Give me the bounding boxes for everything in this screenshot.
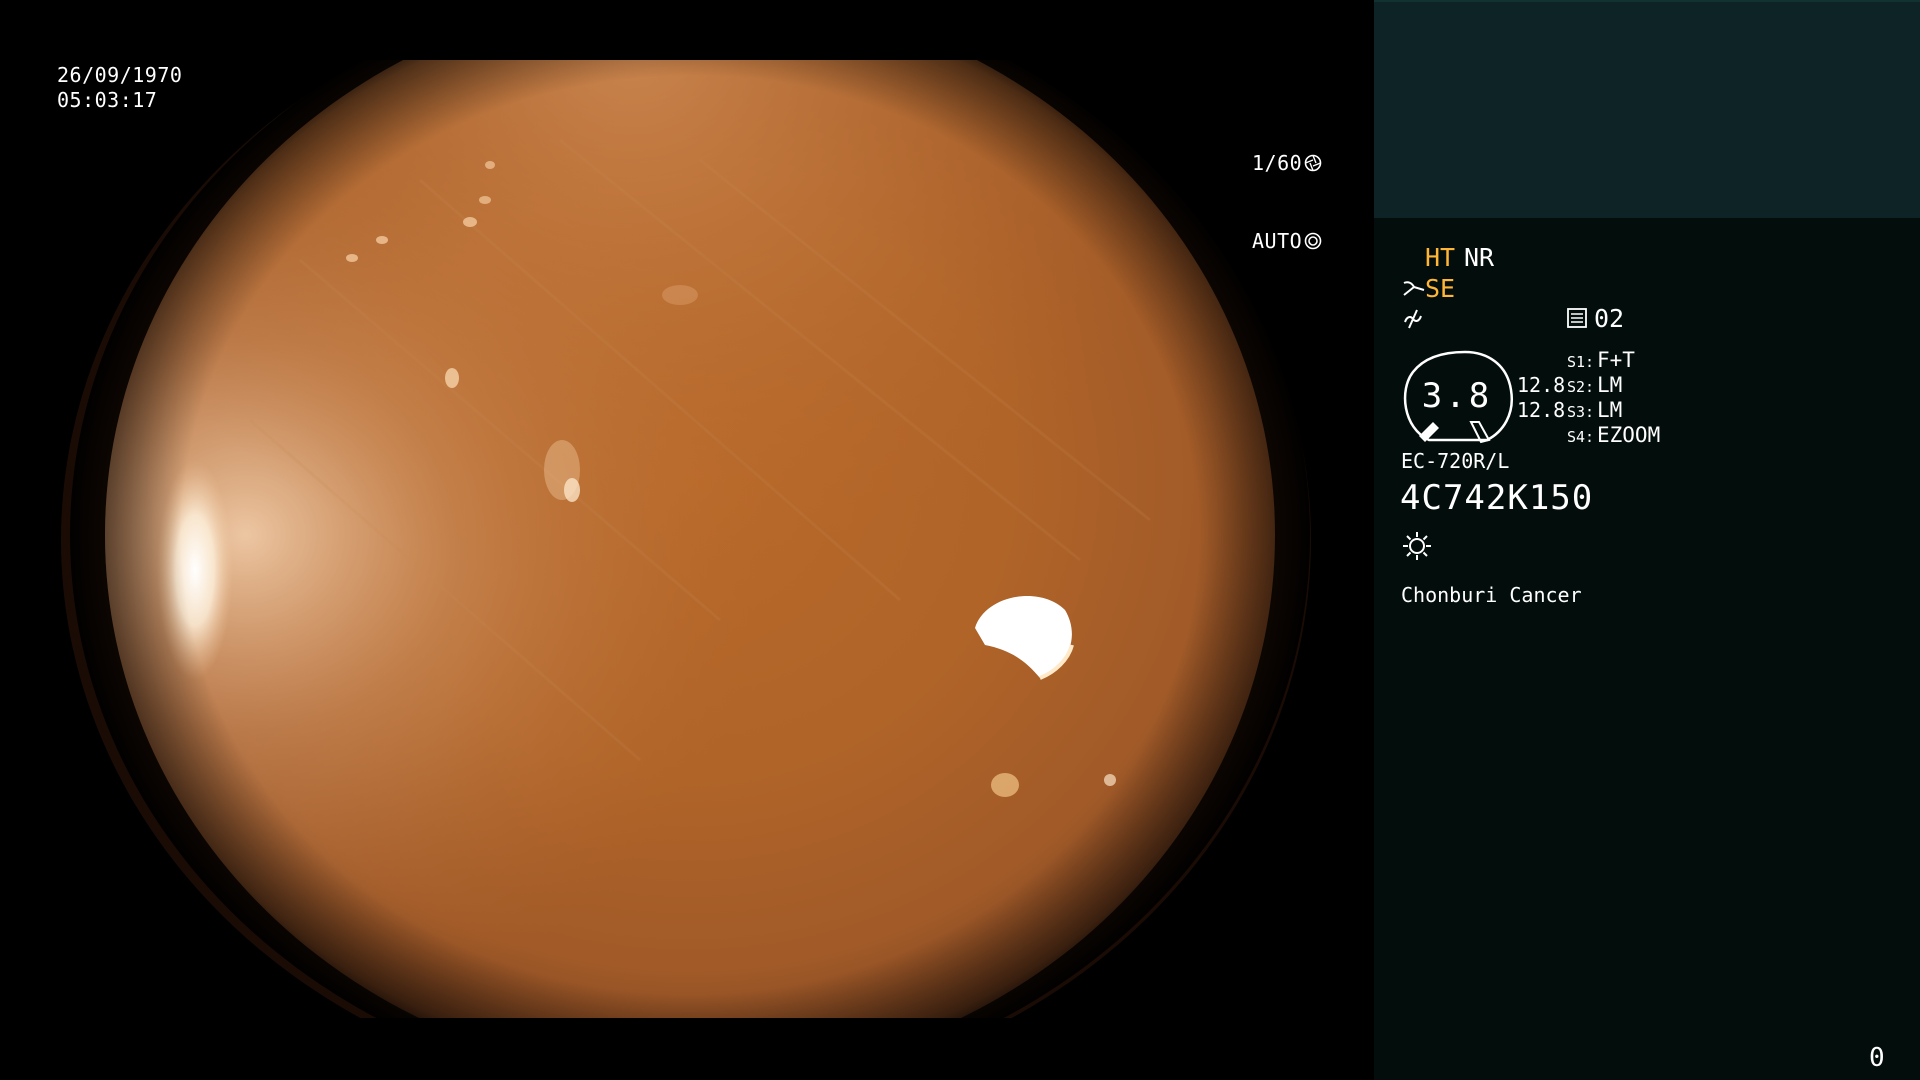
switch-s1: S1: F+T <box>1567 348 1635 375</box>
iris-icon <box>1304 232 1322 250</box>
switch-s2-key: S2: <box>1567 378 1595 396</box>
switch-s3-key: S3: <box>1567 403 1595 421</box>
zoom-value: 3.8 <box>1421 376 1493 416</box>
switch-s1-value: F+T <box>1597 348 1635 372</box>
switch-s3: S3: LM <box>1567 398 1622 425</box>
scissors-icon <box>1403 281 1425 296</box>
time-text: 05:03:17 <box>57 88 158 112</box>
light-icon <box>1403 532 1431 560</box>
mode-ht-label: HT <box>1425 243 1456 272</box>
switch-s1-key: S1: <box>1567 353 1595 371</box>
switch-s4: S4: EZOOM <box>1567 423 1660 450</box>
switch-s4-value: EZOOM <box>1597 423 1661 447</box>
switch-s2-value: LM <box>1597 373 1623 397</box>
iris-row: AUTO <box>1252 227 1327 255</box>
exposure-readout: 1/60 AUTO <box>1252 99 1327 305</box>
date-text: 26/09/1970 <box>57 63 183 87</box>
mode-nr-label: NR <box>1464 243 1495 272</box>
image-counter: 0 <box>1869 1043 1885 1073</box>
endoscopy-screen: 26/09/1970 05:03:17 1/60 AUTO HT NR SE 0… <box>0 0 1920 1080</box>
endoscope-image <box>0 0 1374 1080</box>
switch-s4-key: S4: <box>1567 428 1595 446</box>
shutter-speed-text: 1/60 <box>1252 150 1303 175</box>
switch-s2: S2: LM <box>1567 373 1622 400</box>
switch-s3-value: LM <box>1597 398 1623 422</box>
memo-icon <box>1567 308 1587 328</box>
scope-serial: 4C742K150 <box>1400 478 1594 518</box>
value-a: 12.8 <box>1517 373 1566 397</box>
enhance-icon <box>1404 309 1422 329</box>
iris-mode-text: AUTO <box>1252 228 1303 253</box>
endoscope-image-view: 26/09/1970 05:03:17 1/60 AUTO <box>0 0 1374 1080</box>
scope-model: EC-720R/L <box>1401 449 1510 473</box>
memo-value: 02 <box>1594 304 1625 333</box>
value-b: 12.8 <box>1517 398 1566 422</box>
shutter-row: 1/60 <box>1252 149 1327 177</box>
info-panel <box>1374 0 1920 1080</box>
mode-se-label: SE <box>1425 274 1456 303</box>
info-panel-header <box>1374 0 1920 218</box>
shutter-icon <box>1304 154 1322 172</box>
hospital-name: Chonburi Cancer <box>1401 583 1582 607</box>
date-time-readout: 26/09/1970 05:03:17 <box>57 63 182 113</box>
